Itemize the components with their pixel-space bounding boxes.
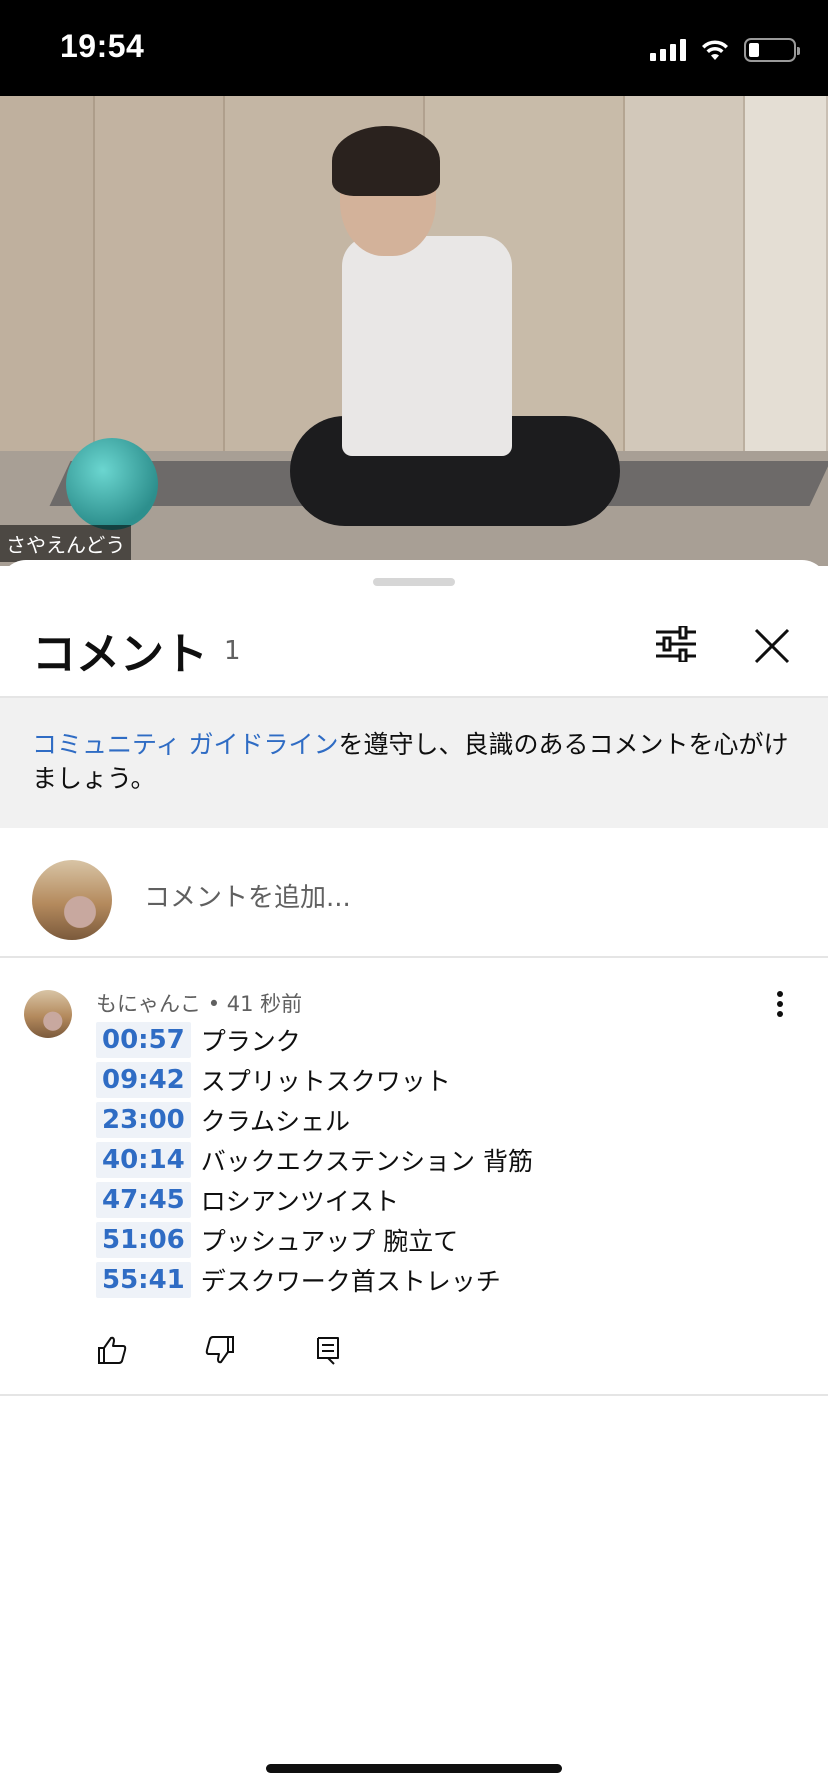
comment-actions [96,1334,420,1366]
chapter-text: クラムシェル [200,1107,351,1136]
comment-line: 51:06 プッシュアップ 腕立て [96,1220,533,1260]
video-player[interactable]: さやえんどう [0,96,828,566]
comment-line: 40:14 バックエクステンション 背筋 [96,1140,533,1180]
filter-icon[interactable] [654,626,698,662]
drag-handle[interactable] [373,578,455,586]
reply-icon[interactable] [312,1334,344,1366]
comment-line: 00:57 プランク [96,1020,533,1060]
comments-sheet: コメント 1 コミュニティ ガイドラインを遵守し、良識のあるコメントを心がけまし… [0,560,828,1792]
exercise-ball [66,438,158,530]
commenter-avatar[interactable] [24,990,72,1038]
comment-line: 55:41 デスクワーク首ストレッチ [96,1260,533,1300]
timestamp-link[interactable]: 47:45 [96,1182,191,1218]
status-icons [650,36,800,64]
chapter-text: プランク [200,1027,301,1056]
timestamp-link[interactable]: 55:41 [96,1262,191,1298]
comment-body: 00:57 プランク 09:42 スプリットスクワット 23:00 クラムシェル 40… [96,1020,533,1300]
comment-author[interactable]: もにゃんこ [96,992,201,1016]
wifi-icon [702,40,728,60]
add-comment-row[interactable] [0,828,828,958]
timestamp-link[interactable]: 51:06 [96,1222,191,1258]
comment-line: 23:00 クラムシェル [96,1100,533,1140]
chapter-text: プッシュアップ 腕立て [200,1227,459,1256]
comments-count: 1 [224,636,241,666]
comment-line: 47:45 ロシアンツイスト [96,1180,533,1220]
timestamp-link[interactable]: 23:00 [96,1102,191,1138]
chapter-text: ロシアンツイスト [200,1187,400,1216]
status-time: 19:54 [60,28,145,64]
battery-icon [744,38,800,62]
timestamp-link[interactable]: 40:14 [96,1142,191,1178]
community-guidelines-link[interactable]: コミュニティ ガイドライン [32,730,338,759]
thumb-up-icon[interactable] [96,1334,128,1366]
meta-separator: • [207,992,227,1016]
cellular-signal-icon [650,39,686,61]
comment-time: 41 秒前 [226,992,303,1016]
community-guidelines-notice: コミュニティ ガイドラインを遵守し、良識のあるコメントを心がけましょう。 [0,698,828,828]
comments-title: コメント [32,629,208,680]
timestamp-link[interactable]: 00:57 [96,1022,191,1058]
chapter-text: バックエクステンション 背筋 [200,1147,533,1176]
comment-item: もにゃんこ • 41 秒前 00:57 プランク 09:42 スプリットスクワット … [0,958,828,1398]
chapter-text: デスクワーク首ストレッチ [200,1267,501,1296]
more-vert-icon[interactable] [764,988,796,1020]
status-bar: 19:54 [0,0,828,96]
divider [0,1394,828,1396]
home-indicator[interactable] [266,1764,562,1773]
avatar [32,860,112,940]
comment-meta: もにゃんこ • 41 秒前 [96,988,302,1018]
close-icon[interactable] [752,626,792,666]
channel-watermark: さやえんどう [0,525,132,562]
thumb-down-icon[interactable] [204,1334,236,1366]
timestamp-link[interactable]: 09:42 [96,1062,191,1098]
add-comment-input[interactable] [144,878,744,918]
chapter-text: スプリットスクワット [200,1067,451,1096]
comment-line: 09:42 スプリットスクワット [96,1060,533,1100]
